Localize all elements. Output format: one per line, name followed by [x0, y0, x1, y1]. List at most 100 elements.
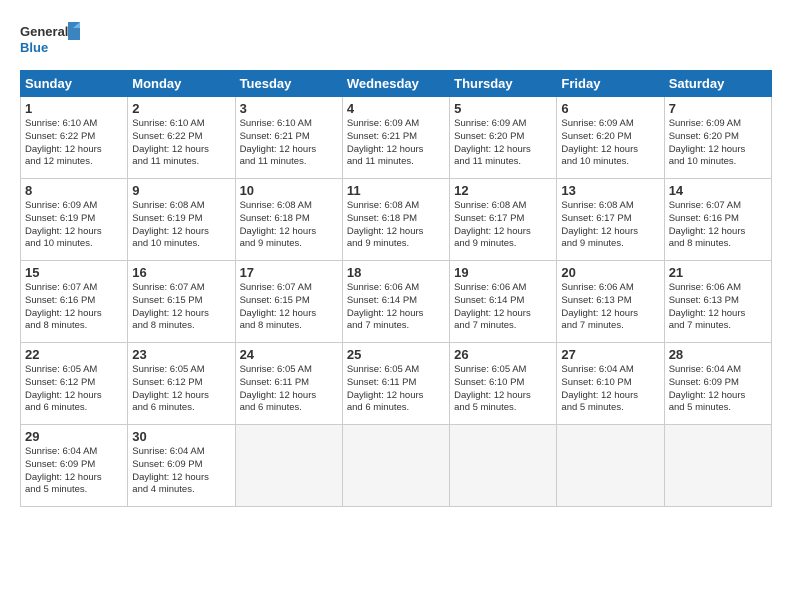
calendar-week-row: 1 Sunrise: 6:10 AM Sunset: 6:22 PM Daylig…: [21, 97, 772, 179]
day-number: 21: [669, 265, 767, 280]
day-number: 28: [669, 347, 767, 362]
calendar-cell: 1 Sunrise: 6:10 AM Sunset: 6:22 PM Daylig…: [21, 97, 128, 179]
svg-text:Blue: Blue: [20, 40, 48, 55]
calendar-cell: [235, 425, 342, 507]
day-number: 4: [347, 101, 445, 116]
day-info: Sunrise: 6:07 AM Sunset: 6:16 PM Dayligh…: [25, 282, 123, 333]
calendar-header-row: SundayMondayTuesdayWednesdayThursdayFrid…: [21, 71, 772, 97]
day-info: Sunrise: 6:07 AM Sunset: 6:15 PM Dayligh…: [240, 282, 338, 333]
calendar-cell: 25 Sunrise: 6:05 AM Sunset: 6:11 PM Dayli…: [342, 343, 449, 425]
calendar-cell: 30 Sunrise: 6:04 AM Sunset: 6:09 PM Dayli…: [128, 425, 235, 507]
day-number: 14: [669, 183, 767, 198]
day-info: Sunrise: 6:08 AM Sunset: 6:19 PM Dayligh…: [132, 200, 230, 251]
day-number: 9: [132, 183, 230, 198]
day-number: 5: [454, 101, 552, 116]
day-info: Sunrise: 6:05 AM Sunset: 6:12 PM Dayligh…: [25, 364, 123, 415]
calendar-cell: 27Sunrise: 6:04 AM Sunset: 6:10 PM Dayli…: [557, 343, 664, 425]
day-number: 22: [25, 347, 123, 362]
weekday-header: Saturday: [664, 71, 771, 97]
day-info: Sunrise: 6:04 AM Sunset: 6:09 PM Dayligh…: [669, 364, 767, 415]
calendar-week-row: 29Sunrise: 6:04 AM Sunset: 6:09 PM Dayli…: [21, 425, 772, 507]
calendar-cell: 7 Sunrise: 6:09 AM Sunset: 6:20 PM Daylig…: [664, 97, 771, 179]
day-number: 24: [240, 347, 338, 362]
calendar-cell: 10 Sunrise: 6:08 AM Sunset: 6:18 PM Dayli…: [235, 179, 342, 261]
day-number: 16: [132, 265, 230, 280]
day-info: Sunrise: 6:04 AM Sunset: 6:09 PM Dayligh…: [25, 446, 123, 497]
svg-text:General: General: [20, 24, 68, 39]
calendar-cell: 28 Sunrise: 6:04 AM Sunset: 6:09 PM Dayli…: [664, 343, 771, 425]
calendar-cell: [342, 425, 449, 507]
calendar-week-row: 22 Sunrise: 6:05 AM Sunset: 6:12 PM Dayli…: [21, 343, 772, 425]
day-number: 1: [25, 101, 123, 116]
calendar-cell: 15Sunrise: 6:07 AM Sunset: 6:16 PM Dayli…: [21, 261, 128, 343]
day-number: 26: [454, 347, 552, 362]
calendar-cell: 8 Sunrise: 6:09 AM Sunset: 6:19 PM Daylig…: [21, 179, 128, 261]
calendar-cell: 4 Sunrise: 6:09 AM Sunset: 6:21 PM Daylig…: [342, 97, 449, 179]
calendar-cell: [450, 425, 557, 507]
day-info: Sunrise: 6:06 AM Sunset: 6:13 PM Dayligh…: [561, 282, 659, 333]
calendar-week-row: 8 Sunrise: 6:09 AM Sunset: 6:19 PM Daylig…: [21, 179, 772, 261]
day-number: 19: [454, 265, 552, 280]
day-info: Sunrise: 6:10 AM Sunset: 6:21 PM Dayligh…: [240, 118, 338, 169]
calendar-cell: 20 Sunrise: 6:06 AM Sunset: 6:13 PM Dayli…: [557, 261, 664, 343]
day-number: 7: [669, 101, 767, 116]
calendar-cell: 18 Sunrise: 6:06 AM Sunset: 6:14 PM Dayli…: [342, 261, 449, 343]
calendar-cell: 11 Sunrise: 6:08 AM Sunset: 6:18 PM Dayli…: [342, 179, 449, 261]
day-number: 25: [347, 347, 445, 362]
weekday-header: Monday: [128, 71, 235, 97]
calendar-cell: 13 Sunrise: 6:08 AM Sunset: 6:17 PM Dayli…: [557, 179, 664, 261]
calendar-cell: 21 Sunrise: 6:06 AM Sunset: 6:13 PM Dayli…: [664, 261, 771, 343]
calendar-cell: 17 Sunrise: 6:07 AM Sunset: 6:15 PM Dayli…: [235, 261, 342, 343]
day-number: 13: [561, 183, 659, 198]
day-number: 27: [561, 347, 659, 362]
day-number: 8: [25, 183, 123, 198]
calendar-table: SundayMondayTuesdayWednesdayThursdayFrid…: [20, 70, 772, 507]
calendar-cell: 5 Sunrise: 6:09 AM Sunset: 6:20 PM Daylig…: [450, 97, 557, 179]
calendar-cell: 22 Sunrise: 6:05 AM Sunset: 6:12 PM Dayli…: [21, 343, 128, 425]
logo: General Blue: [20, 18, 80, 60]
calendar-cell: 23Sunrise: 6:05 AM Sunset: 6:12 PM Dayli…: [128, 343, 235, 425]
day-info: Sunrise: 6:05 AM Sunset: 6:11 PM Dayligh…: [240, 364, 338, 415]
day-info: Sunrise: 6:09 AM Sunset: 6:20 PM Dayligh…: [561, 118, 659, 169]
day-info: Sunrise: 6:09 AM Sunset: 6:20 PM Dayligh…: [454, 118, 552, 169]
day-info: Sunrise: 6:08 AM Sunset: 6:18 PM Dayligh…: [240, 200, 338, 251]
calendar-cell: 24 Sunrise: 6:05 AM Sunset: 6:11 PM Dayli…: [235, 343, 342, 425]
weekday-header: Friday: [557, 71, 664, 97]
day-info: Sunrise: 6:06 AM Sunset: 6:13 PM Dayligh…: [669, 282, 767, 333]
day-number: 17: [240, 265, 338, 280]
day-number: 10: [240, 183, 338, 198]
day-info: Sunrise: 6:09 AM Sunset: 6:21 PM Dayligh…: [347, 118, 445, 169]
calendar-week-row: 15Sunrise: 6:07 AM Sunset: 6:16 PM Dayli…: [21, 261, 772, 343]
day-number: 23: [132, 347, 230, 362]
calendar-cell: 12 Sunrise: 6:08 AM Sunset: 6:17 PM Dayli…: [450, 179, 557, 261]
day-number: 6: [561, 101, 659, 116]
day-info: Sunrise: 6:10 AM Sunset: 6:22 PM Dayligh…: [25, 118, 123, 169]
day-number: 11: [347, 183, 445, 198]
calendar-cell: 29Sunrise: 6:04 AM Sunset: 6:09 PM Dayli…: [21, 425, 128, 507]
day-info: Sunrise: 6:09 AM Sunset: 6:20 PM Dayligh…: [669, 118, 767, 169]
day-number: 2: [132, 101, 230, 116]
day-info: Sunrise: 6:08 AM Sunset: 6:17 PM Dayligh…: [454, 200, 552, 251]
day-info: Sunrise: 6:05 AM Sunset: 6:11 PM Dayligh…: [347, 364, 445, 415]
day-number: 12: [454, 183, 552, 198]
day-number: 20: [561, 265, 659, 280]
day-number: 18: [347, 265, 445, 280]
header: General Blue: [20, 18, 772, 60]
day-info: Sunrise: 6:04 AM Sunset: 6:09 PM Dayligh…: [132, 446, 230, 497]
calendar-cell: 6 Sunrise: 6:09 AM Sunset: 6:20 PM Daylig…: [557, 97, 664, 179]
calendar-cell: [557, 425, 664, 507]
weekday-header: Sunday: [21, 71, 128, 97]
day-number: 30: [132, 429, 230, 444]
calendar-cell: 3Sunrise: 6:10 AM Sunset: 6:21 PM Daylig…: [235, 97, 342, 179]
day-info: Sunrise: 6:05 AM Sunset: 6:10 PM Dayligh…: [454, 364, 552, 415]
day-info: Sunrise: 6:06 AM Sunset: 6:14 PM Dayligh…: [347, 282, 445, 333]
day-info: Sunrise: 6:06 AM Sunset: 6:14 PM Dayligh…: [454, 282, 552, 333]
calendar-cell: 19 Sunrise: 6:06 AM Sunset: 6:14 PM Dayli…: [450, 261, 557, 343]
calendar-cell: 26 Sunrise: 6:05 AM Sunset: 6:10 PM Dayli…: [450, 343, 557, 425]
calendar-cell: [664, 425, 771, 507]
day-info: Sunrise: 6:10 AM Sunset: 6:22 PM Dayligh…: [132, 118, 230, 169]
day-info: Sunrise: 6:08 AM Sunset: 6:17 PM Dayligh…: [561, 200, 659, 251]
day-info: Sunrise: 6:09 AM Sunset: 6:19 PM Dayligh…: [25, 200, 123, 251]
day-info: Sunrise: 6:08 AM Sunset: 6:18 PM Dayligh…: [347, 200, 445, 251]
weekday-header: Wednesday: [342, 71, 449, 97]
